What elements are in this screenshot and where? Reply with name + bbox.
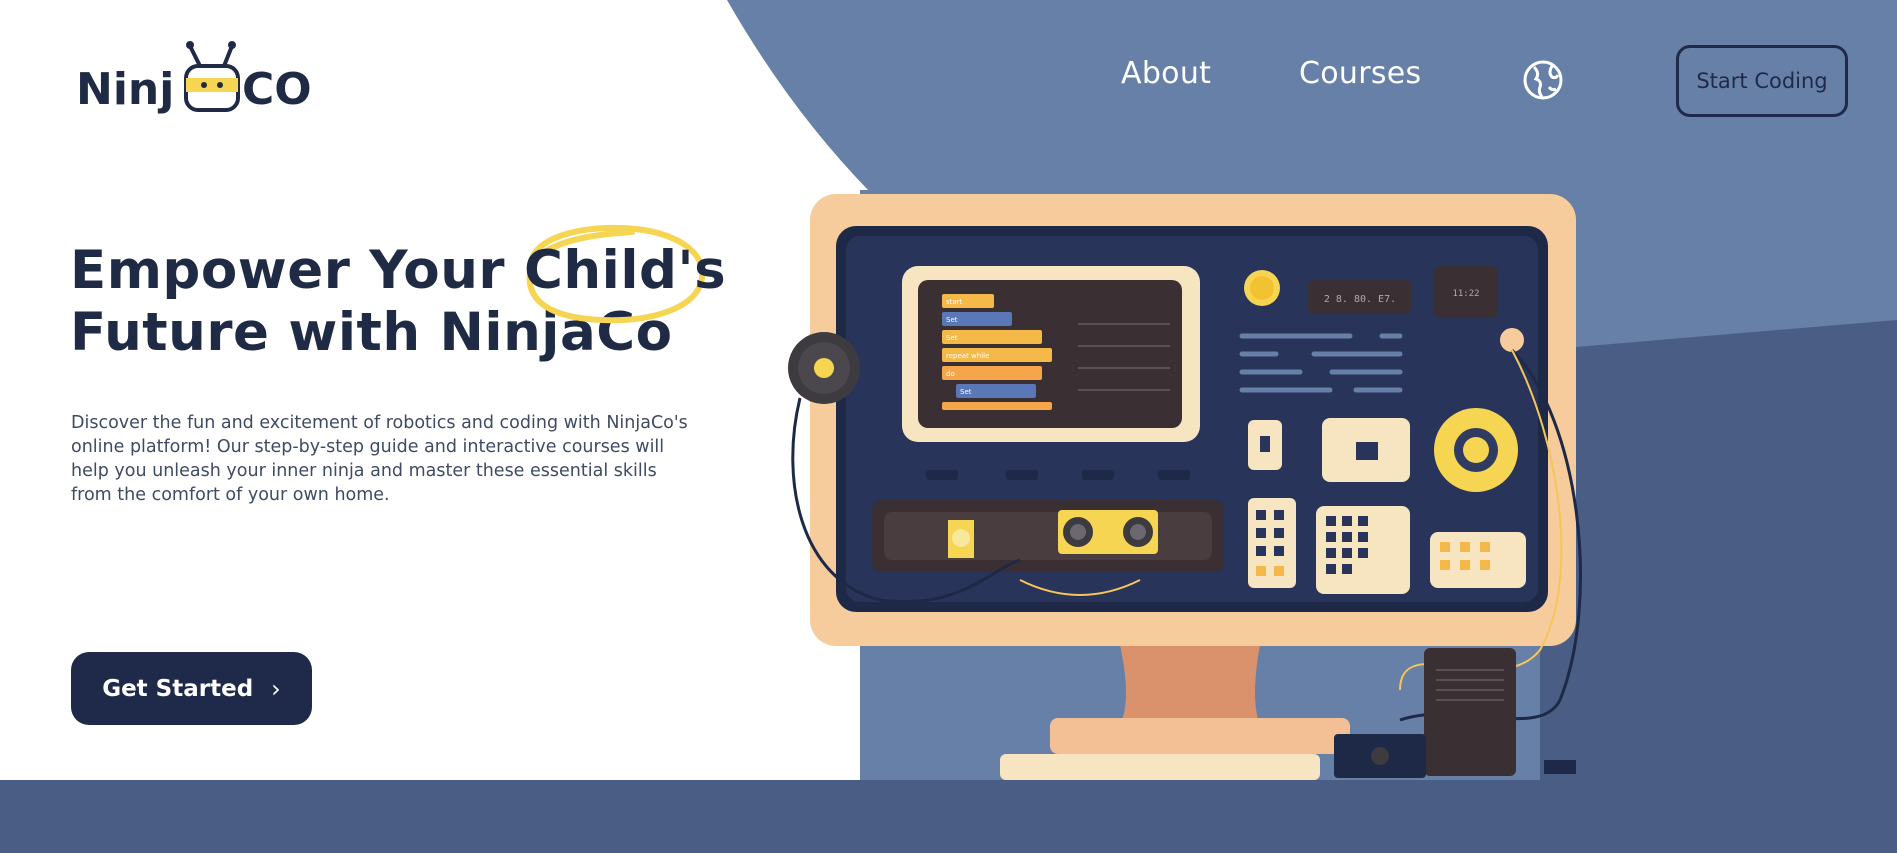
svg-text:start: start [946,298,963,306]
get-started-button[interactable]: Get Started › [71,652,312,725]
start-coding-button[interactable]: Start Coding [1676,45,1848,117]
chevron-right-icon: › [271,674,281,703]
svg-text:CO: CO [242,64,312,115]
headline-part1: Empower Your [70,240,525,301]
gear-left [788,332,860,404]
globe-icon[interactable] [1522,59,1564,101]
svg-text:Ninj: Ninj [76,64,174,115]
nav-courses-link[interactable]: Courses [1299,56,1421,91]
svg-text:Set: Set [946,316,958,324]
get-started-label: Get Started [102,675,254,702]
svg-text:Set: Set [960,388,972,396]
svg-text:repeat while: repeat while [946,352,989,360]
svg-text:11:22: 11:22 [1452,289,1479,299]
svg-text:2 8. 80. E7.: 2 8. 80. E7. [1324,294,1396,305]
bottom-band [0,780,1897,853]
hero-headline: Empower Your Child's Future with NinjaCo [70,224,726,364]
nav-about-link[interactable]: About [1121,56,1211,91]
svg-text:do: do [946,370,955,378]
headline-highlight: Child's [524,224,726,324]
computer-illustration: start Set Set repeat while do Set 2 8. 8… [788,194,1582,780]
svg-text:Set: Set [946,334,958,342]
hero-description: Discover the fun and excitement of robot… [71,413,688,505]
ninjaco-logo[interactable]: Ninj CO [76,38,316,118]
